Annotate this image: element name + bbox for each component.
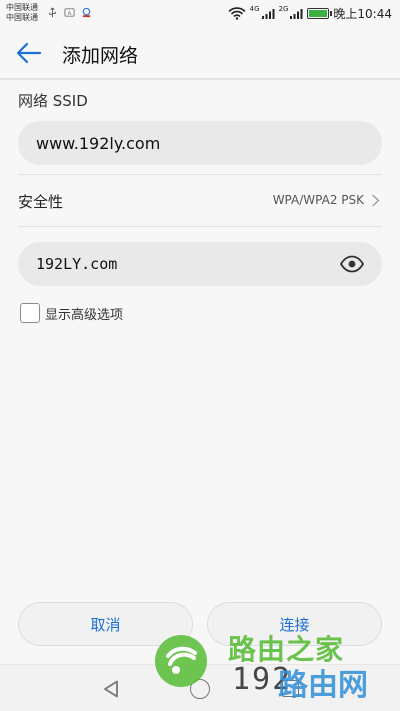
notification-icons: A	[47, 7, 92, 18]
battery-level	[309, 10, 328, 17]
watermark: 路由之家 192 路由网	[152, 628, 400, 711]
divider	[18, 226, 382, 227]
arrow-left-icon[interactable]	[16, 42, 42, 64]
watermark-logo-icon	[155, 635, 207, 687]
advanced-label: 显示高级选项	[45, 307, 124, 323]
security-value: WPA/WPA2 PSK	[272, 193, 364, 207]
carrier-line-1: 中国联通	[6, 3, 38, 12]
svg-text:A: A	[68, 11, 72, 17]
signal-icon-1	[261, 8, 275, 19]
usb-icon	[49, 7, 56, 18]
ssid-input[interactable]	[36, 121, 336, 165]
network-type-1: 4G	[249, 5, 260, 13]
ssid-label: 网络 SSID	[18, 92, 88, 110]
security-label: 安全性	[18, 193, 64, 211]
chevron-right-icon	[372, 194, 380, 207]
security-row[interactable]: 安全性 WPA/WPA2 PSK	[0, 175, 400, 225]
status-bar: 中国联通 中国联通 A 4G 2G 晚上10:44	[0, 0, 400, 28]
advanced-options[interactable]: 显示高级选项	[20, 303, 123, 323]
advanced-checkbox[interactable]	[20, 303, 40, 323]
signal-icon-2	[290, 8, 303, 19]
ssid-field[interactable]	[18, 121, 382, 165]
clock: 晚上10:44	[333, 7, 392, 21]
carrier-line-2: 中国联通	[6, 13, 38, 22]
battery-icon	[307, 8, 333, 19]
wifi-icon	[228, 7, 246, 20]
password-input[interactable]	[36, 242, 336, 286]
watermark-text-3: 路由网	[278, 668, 368, 703]
header-divider	[0, 78, 400, 80]
app-notification-icon	[82, 7, 91, 18]
keyboard-icon: A	[64, 8, 75, 17]
status-right: 4G 2G 晚上10:44	[228, 5, 392, 22]
page-title: 添加网络	[62, 45, 139, 67]
eye-icon[interactable]	[340, 255, 364, 273]
password-field[interactable]	[18, 242, 382, 286]
app-header: 添加网络	[0, 28, 400, 78]
nav-back-icon[interactable]	[102, 680, 120, 698]
carrier-info: 中国联通 中国联通	[6, 3, 38, 23]
network-type-2: 2G	[278, 5, 289, 13]
